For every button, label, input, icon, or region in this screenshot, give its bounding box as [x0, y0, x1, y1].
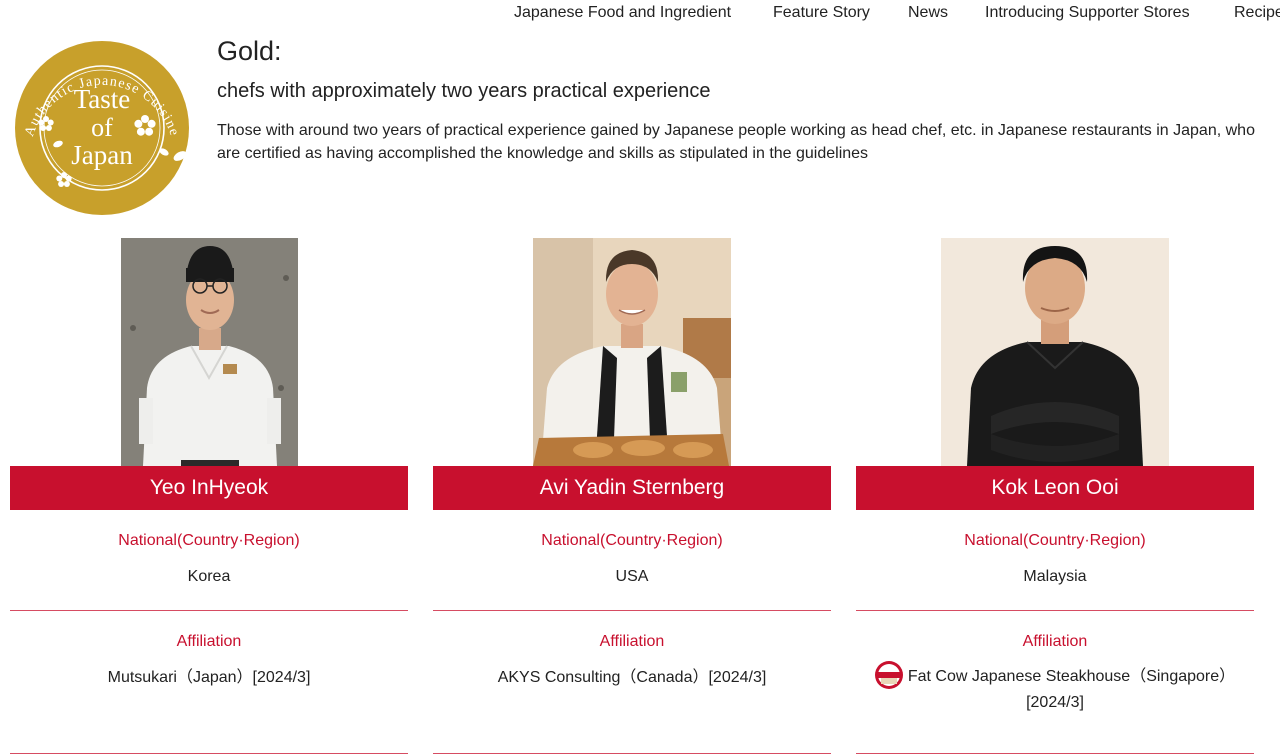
affiliation-value-wrapper: Fat Cow Japanese Steakhouse（Singapore）[2…	[856, 661, 1254, 714]
divider	[433, 610, 831, 611]
chef-photo-image	[533, 238, 731, 466]
restaurant-logo-icon	[874, 661, 903, 689]
nav-link-supporter-stores[interactable]: Introducing Supporter Stores	[985, 4, 1190, 22]
logo-line-taste: Taste	[74, 84, 131, 114]
nav-link-news[interactable]: News	[908, 4, 948, 22]
nationality-value: Korea	[187, 568, 231, 585]
divider	[10, 610, 408, 611]
affiliation-label: Affiliation	[599, 633, 665, 650]
chef-name: Yeo InHyeok	[10, 466, 408, 510]
rank-title: Gold:	[217, 36, 282, 66]
nationality-block: National(Country·Region) Malaysia	[856, 532, 1254, 588]
chef-photo-image	[941, 238, 1169, 466]
chef-name: Avi Yadin Sternberg	[433, 466, 831, 510]
nav-link-japanese-food[interactable]: Japanese Food and Ingredient	[514, 4, 731, 22]
nationality-value: Malaysia	[1023, 568, 1087, 585]
affiliation-block: Affiliation Fat Cow Japanese Steakhouse（…	[856, 633, 1254, 754]
affiliation-label: Affiliation	[1022, 633, 1088, 650]
rank-subtitle: chefs with approximately two years pract…	[217, 80, 711, 102]
divider	[856, 610, 1254, 611]
logo-line-of: of	[91, 113, 113, 142]
chef-card: Yeo InHyeok National(Country·Region) Kor…	[10, 238, 408, 754]
chef-photo-image	[120, 238, 298, 466]
affiliation-label: Affiliation	[176, 633, 242, 650]
logo-line-japan: Japan	[71, 140, 133, 170]
nationality-block: National(Country·Region) Korea	[10, 532, 408, 588]
nationality-label: National(Country·Region)	[964, 532, 1146, 549]
taste-of-japan-logo[interactable]: Authentic Japanese Cuisine Taste of Japa…	[14, 40, 190, 216]
nationality-block: National(Country·Region) USA	[433, 532, 831, 588]
affiliation-value: Fat Cow Japanese Steakhouse（Singapore）[2…	[907, 668, 1236, 711]
nationality-label: National(Country·Region)	[118, 532, 300, 549]
affiliation-value: AKYS Consulting（Canada）[2024/3]	[497, 669, 767, 686]
affiliation-value: Mutsukari（Japan）[2024/3]	[107, 669, 311, 686]
chef-photo	[120, 238, 298, 466]
nav-link-feature-story[interactable]: Feature Story	[773, 4, 870, 22]
chef-photo	[941, 238, 1169, 466]
affiliation-block: Affiliation AKYS Consulting（Canada）[2024…	[433, 633, 831, 754]
nationality-label: National(Country·Region)	[541, 532, 723, 549]
logo-emblem: Authentic Japanese Cuisine Taste of Japa…	[15, 41, 189, 215]
chef-card: Avi Yadin Sternberg National(Country·Reg…	[433, 238, 831, 754]
chef-name: Kok Leon Ooi	[856, 466, 1254, 510]
affiliation-block: Affiliation Mutsukari（Japan）[2024/3]	[10, 633, 408, 754]
chef-card: Kok Leon Ooi National(Country·Region) Ma…	[856, 238, 1254, 754]
rank-description: Those with around two years of practical…	[217, 122, 1255, 162]
chef-photo	[533, 238, 731, 466]
nationality-value: USA	[615, 568, 649, 585]
top-navigation: Japanese Food and Ingredient Feature Sto…	[0, 0, 1280, 28]
nav-link-recipe[interactable]: Recipe	[1234, 4, 1280, 22]
